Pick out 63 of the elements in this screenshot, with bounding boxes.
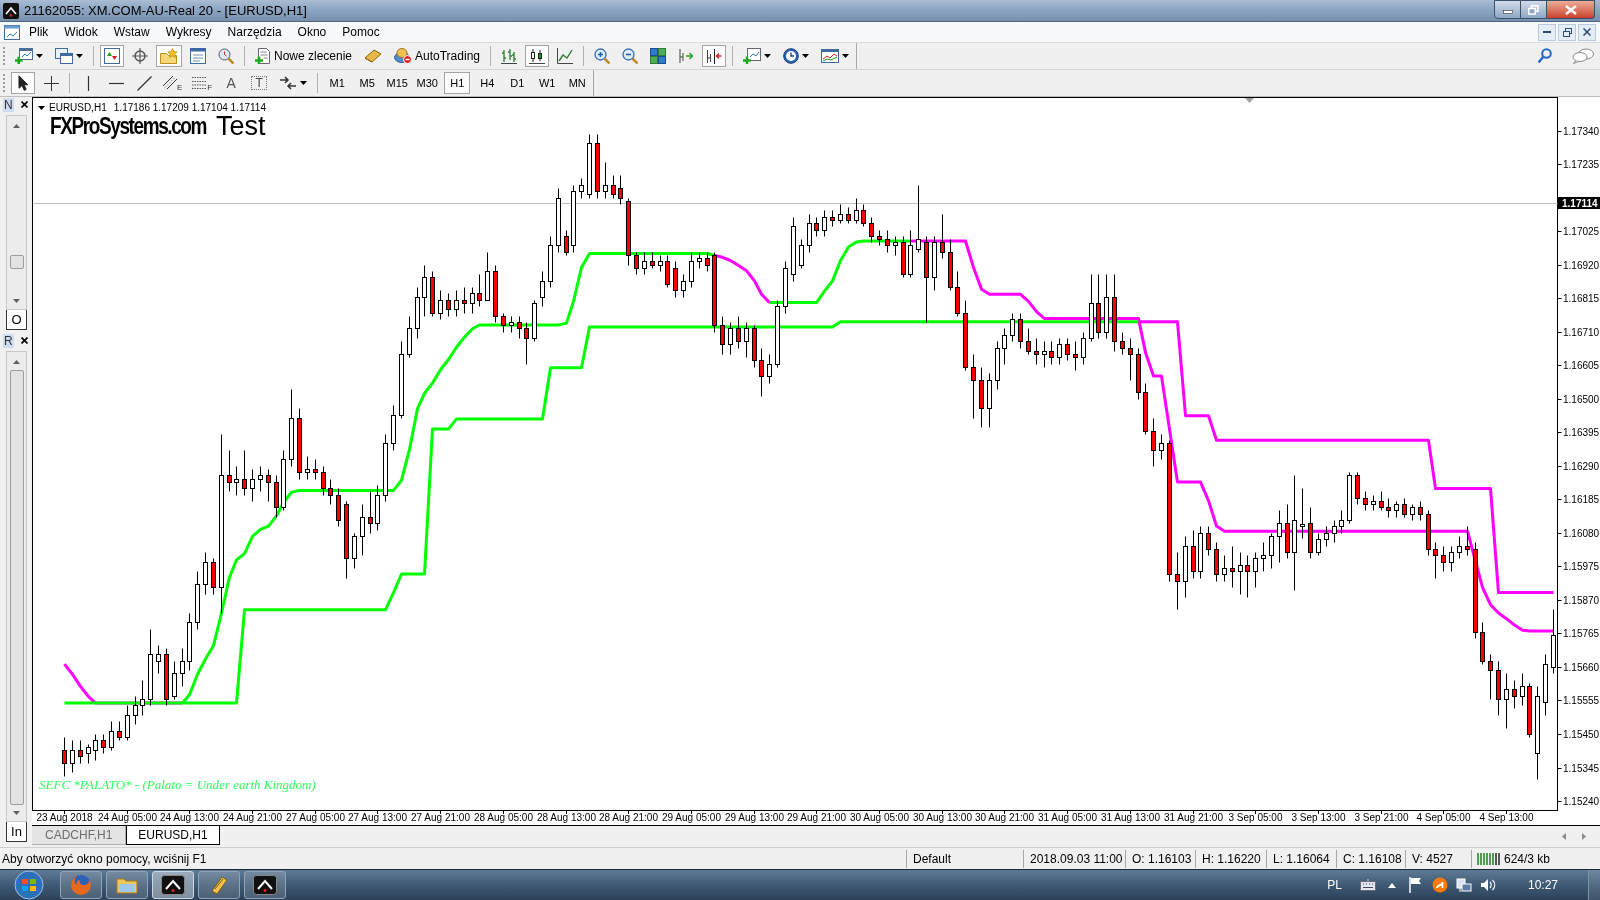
price-label: 1.15345 <box>1563 763 1600 774</box>
time-label: 31 Aug 13:00 <box>1101 812 1160 823</box>
price-label: 1.15555 <box>1563 695 1600 706</box>
price-label: 1.17340 <box>1563 126 1600 137</box>
price-label: 1.16920 <box>1563 260 1600 271</box>
time-label: 27 Aug 21:00 <box>411 812 470 823</box>
time-label: 27 Aug 13:00 <box>348 812 407 823</box>
time-label: 24 Aug 05:00 <box>98 812 157 823</box>
time-label: 28 Aug 13:00 <box>537 812 596 823</box>
time-label: 29 Aug 05:00 <box>662 812 721 823</box>
status-field: Default <box>906 849 1023 868</box>
status-field: O: 1.16103 <box>1125 849 1195 868</box>
brand-label: FXProSystems.com <box>50 114 207 138</box>
price-label: 1.15975 <box>1563 561 1600 572</box>
price-label: 1.16185 <box>1563 494 1600 505</box>
traffic-label: 624/3 kb <box>1504 850 1551 868</box>
panel-title: R <box>3 333 14 348</box>
price-label: 1.16815 <box>1563 293 1600 304</box>
time-label: 3 Sep 05:00 <box>1228 812 1283 823</box>
indicator-label: SEFC *PALATO* - (Palato = Under earth Kingdom) <box>39 777 316 793</box>
time-label: 3 Sep 21:00 <box>1354 812 1409 823</box>
status-hint: Aby otworzyć okno pomocy, wciśnij F1 <box>1 850 208 868</box>
price-label: 1.17025 <box>1563 226 1600 237</box>
time-label: 29 Aug 21:00 <box>787 812 846 823</box>
price-label: 1.16500 <box>1563 394 1600 405</box>
time-label: 29 Aug 13:00 <box>725 812 784 823</box>
price-label: 1.16395 <box>1563 427 1600 438</box>
status-field: L: 1.16064 <box>1266 849 1336 868</box>
price-label: 1.15240 <box>1563 796 1600 807</box>
time-label: 4 Sep 13:00 <box>1479 812 1534 823</box>
time-label: 28 Aug 21:00 <box>599 812 658 823</box>
time-label: 31 Aug 21:00 <box>1164 812 1223 823</box>
price-label: 1.15870 <box>1563 595 1600 606</box>
time-label: 31 Aug 05:00 <box>1038 812 1097 823</box>
status-field: C: 1.16108 <box>1336 849 1405 868</box>
status-field: 2018.09.03 11:00 <box>1023 849 1125 868</box>
time-label: 23 Aug 2018 <box>36 812 93 823</box>
price-label: 1.16080 <box>1563 528 1600 539</box>
price-label: 1.16605 <box>1563 360 1600 371</box>
time-label: 24 Aug 13:00 <box>160 812 219 823</box>
time-label: 24 Aug 21:00 <box>223 812 282 823</box>
time-label: 30 Aug 21:00 <box>975 812 1034 823</box>
time-label: 3 Sep 13:00 <box>1291 812 1346 823</box>
price-label: 1.15450 <box>1563 729 1600 740</box>
status-field: H: 1.16220 <box>1195 849 1266 868</box>
current-price-tag: 1.17114 <box>1558 197 1600 209</box>
time-label: 28 Aug 05:00 <box>474 812 533 823</box>
window-title: 21162055: XM.COM-AU-Real 20 - [EURUSD,H1] <box>24 1 307 20</box>
panel-title: N <box>3 97 14 112</box>
status-field: V: 4527 <box>1405 849 1471 868</box>
caption-label: Test <box>216 111 266 141</box>
price-label: 1.16710 <box>1563 327 1600 338</box>
price-label: 1.16290 <box>1563 461 1600 472</box>
symbol-label: EURUSD,H1 <box>49 102 107 114</box>
price-label: 1.15660 <box>1563 662 1600 673</box>
time-label: 30 Aug 05:00 <box>850 812 909 823</box>
quote-label: 1.17186 1.17209 1.17104 1.17114 <box>113 102 266 114</box>
time-label: 27 Aug 05:00 <box>286 812 345 823</box>
time-label: 4 Sep 05:00 <box>1416 812 1471 823</box>
price-label: 1.15765 <box>1563 628 1600 639</box>
ref-line-label: 1.17114 <box>1562 198 1599 209</box>
price-label: 1.17235 <box>1563 159 1600 170</box>
time-label: 30 Aug 13:00 <box>913 812 972 823</box>
